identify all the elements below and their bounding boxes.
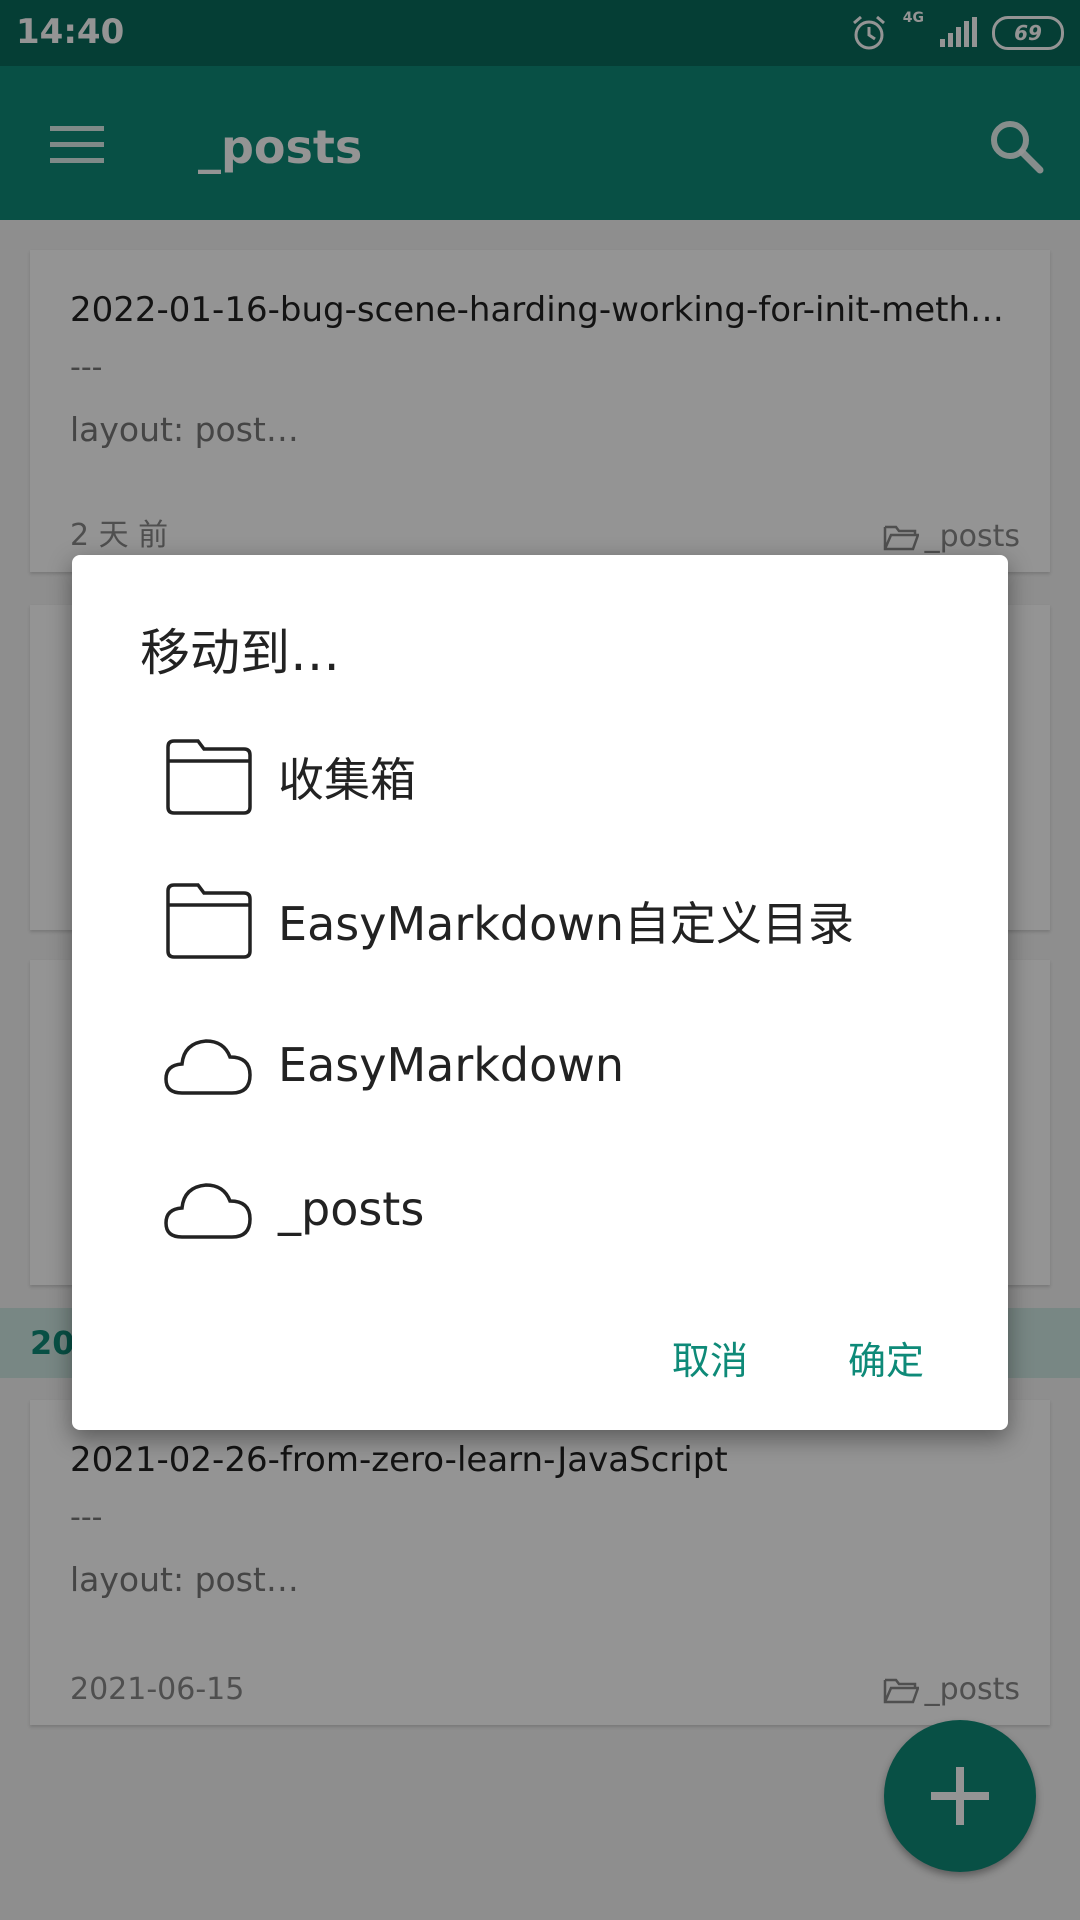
option-inbox[interactable]: 收集箱 [162,727,942,827]
move-to-dialog: 移动到… 收集箱 EasyMarkdown自定义目录 EasyMarkdown … [72,555,1008,1430]
cloud-icon [164,1039,252,1095]
cloud-icon [164,1183,252,1239]
option-posts-cloud[interactable]: _posts [162,1159,942,1259]
option-custom-directory[interactable]: EasyMarkdown自定义目录 [162,871,942,971]
option-label: EasyMarkdown自定义目录 [278,897,854,951]
cancel-button[interactable]: 取消 [672,1330,748,1385]
folder-icon [166,883,252,959]
option-label: EasyMarkdown [278,1038,624,1092]
option-label: 收集箱 [278,753,416,807]
dialog-title: 移动到… [140,624,340,682]
option-label: _posts [278,1182,425,1236]
folder-icon [166,739,252,815]
confirm-button[interactable]: 确定 [848,1330,924,1385]
option-easymarkdown-cloud[interactable]: EasyMarkdown [162,1015,942,1115]
